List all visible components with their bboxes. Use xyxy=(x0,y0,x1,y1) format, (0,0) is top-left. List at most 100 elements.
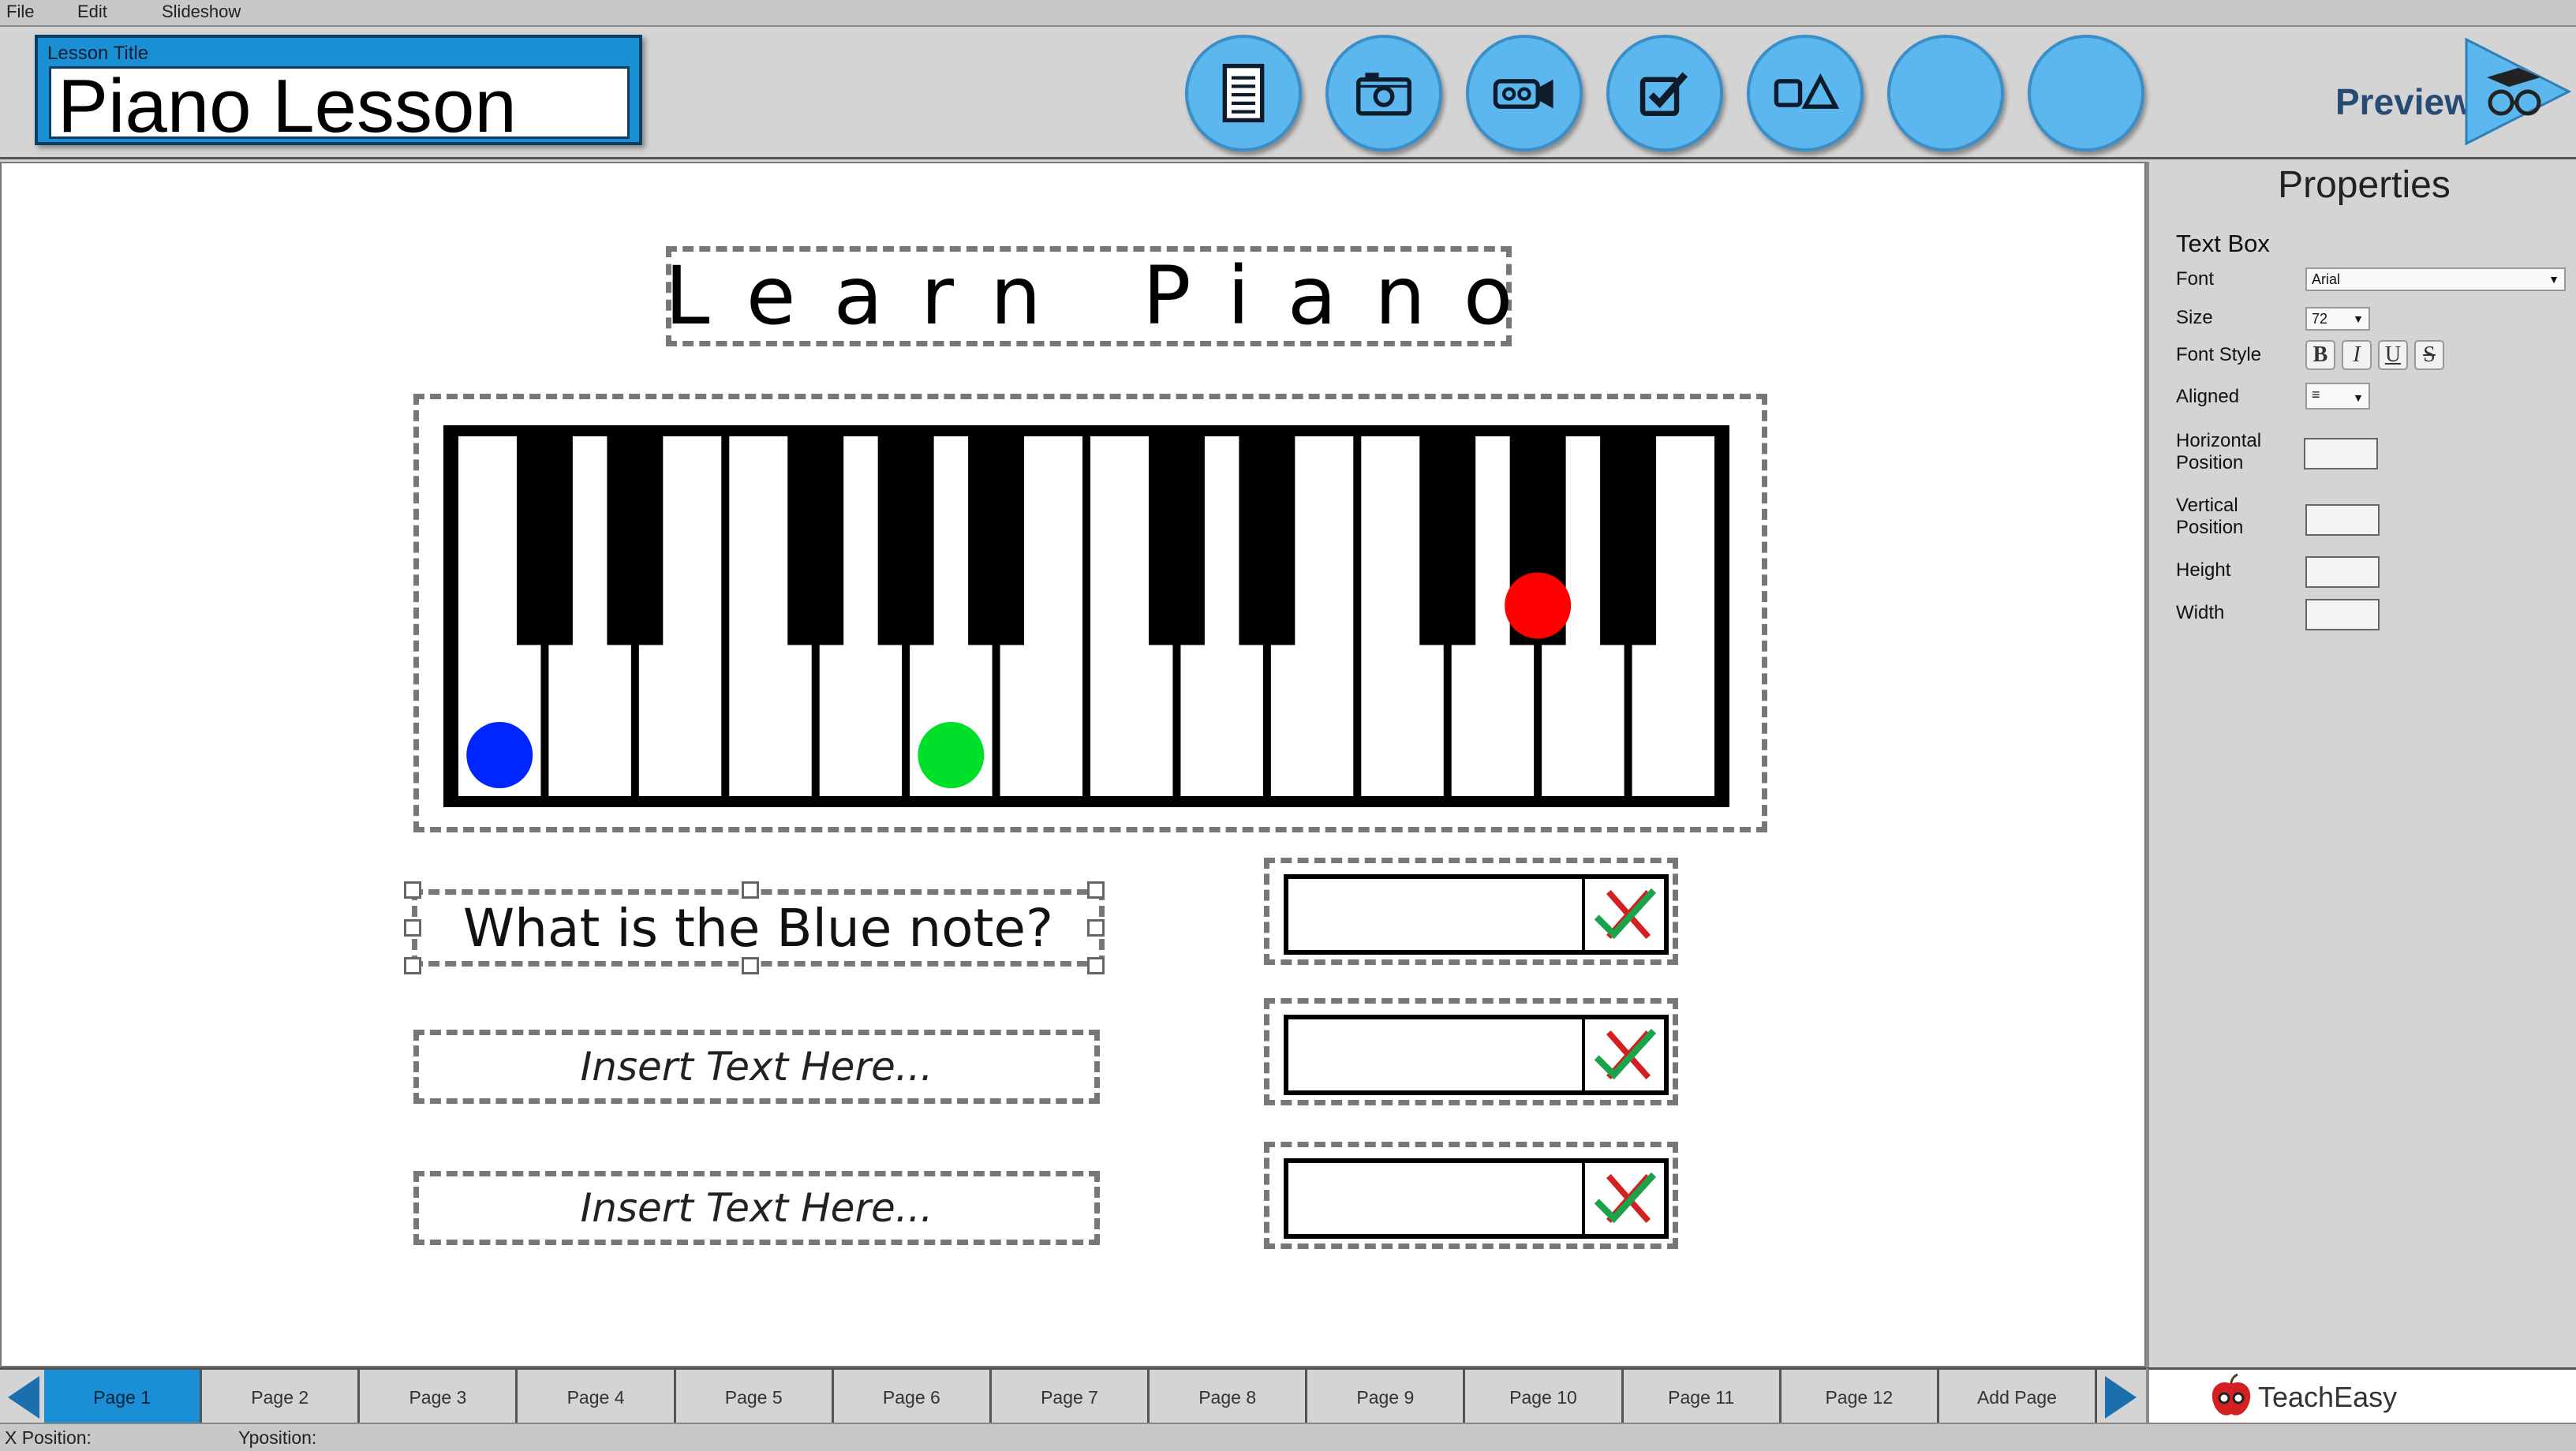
page-tab[interactable]: Page 1 xyxy=(44,1370,203,1425)
menu-edit[interactable]: Edit xyxy=(77,2,107,22)
note-marker[interactable] xyxy=(918,722,985,788)
chevron-down-icon: ▼ xyxy=(2353,391,2364,404)
resize-handle-top[interactable] xyxy=(742,881,759,899)
font-select[interactable]: Arial ▼ xyxy=(2305,267,2566,291)
vertical-position-label-line2: Position xyxy=(2176,517,2244,538)
menu-file[interactable]: File xyxy=(6,2,34,22)
page-tab[interactable]: Page 12 xyxy=(1782,1370,1939,1425)
black-key xyxy=(1600,436,1657,645)
image-tool-button[interactable] xyxy=(1325,35,1442,151)
lesson-title-panel: Lesson Title Piano Lesson xyxy=(35,35,642,145)
blank-tool-button-1[interactable] xyxy=(1887,35,2004,151)
black-key xyxy=(968,436,1025,645)
strikethrough-button[interactable]: S xyxy=(2414,340,2444,370)
next-page-arrow-icon[interactable] xyxy=(2100,1373,2141,1422)
resize-handle-left[interactable] xyxy=(404,919,421,937)
brand-name: TeachEasy xyxy=(2258,1381,2398,1413)
video-tool-button[interactable] xyxy=(1466,35,1583,151)
font-style-label: Font Style xyxy=(2176,344,2262,365)
size-select[interactable]: 72 ▼ xyxy=(2305,307,2370,331)
resize-handle-bottom[interactable] xyxy=(742,957,759,974)
height-input[interactable] xyxy=(2305,556,2380,588)
page-tab[interactable]: Page 3 xyxy=(360,1370,518,1425)
size-select-value: 72 xyxy=(2312,311,2328,327)
answer-input-2[interactable] xyxy=(1284,1015,1669,1095)
answer-check-box-2[interactable] xyxy=(1264,998,1678,1105)
answer-input-1[interactable] xyxy=(1284,874,1669,955)
bold-button[interactable]: B xyxy=(2305,340,2335,370)
menu-slideshow[interactable]: Slideshow xyxy=(162,2,241,22)
resize-handle-top-right[interactable] xyxy=(1087,881,1105,899)
answer-check-box-3[interactable] xyxy=(1264,1142,1678,1249)
menu-bar: File Edit Slideshow xyxy=(0,0,2576,27)
width-label: Width xyxy=(2176,602,2225,623)
black-key xyxy=(1239,436,1295,645)
slide-heading[interactable]: Learn Piano xyxy=(665,246,1513,346)
note-marker[interactable] xyxy=(1505,572,1572,639)
page-tab[interactable]: Page 9 xyxy=(1307,1370,1466,1425)
toolbar: Lesson Title Piano Lesson Preview xyxy=(0,28,2576,159)
black-key xyxy=(787,436,844,645)
add-page-tab[interactable]: Add Page xyxy=(1939,1370,2098,1425)
vertical-position-input[interactable] xyxy=(2305,504,2380,536)
slide-heading-text: Learn Piano xyxy=(664,249,1551,343)
quiz-tool-button[interactable] xyxy=(1606,35,1723,151)
horizontal-position-label: Horizontal Position xyxy=(2176,430,2261,474)
page-tab[interactable]: Page 11 xyxy=(1624,1370,1782,1425)
page-tabs: Page 1 Page 2 Page 3 Page 4 Page 5 Page 6 Page… xyxy=(44,1370,2098,1425)
answer-check-box-1[interactable] xyxy=(1264,858,1678,965)
checkbox-icon xyxy=(1639,72,1688,117)
check-cross-icon[interactable] xyxy=(1582,1019,1664,1090)
page-tab[interactable]: Page 10 xyxy=(1465,1370,1624,1425)
vertical-position-label-line1: Vertical xyxy=(2176,495,2238,516)
question-text[interactable]: What is the Blue note? xyxy=(412,889,1105,967)
aligned-label: Aligned xyxy=(2176,386,2240,407)
check-cross-icon[interactable] xyxy=(1582,879,1664,950)
brand-area: TeachEasy xyxy=(2146,1367,2576,1423)
italic-button[interactable]: I xyxy=(2342,340,2372,370)
previous-page-arrow-icon[interactable] xyxy=(3,1373,44,1422)
horizontal-position-label-line2: Position xyxy=(2176,452,2244,473)
check-cross-icon[interactable] xyxy=(1582,1163,1664,1234)
lesson-title-input[interactable]: Piano Lesson xyxy=(49,66,630,139)
black-key xyxy=(607,436,664,645)
page-tab[interactable]: Page 8 xyxy=(1150,1370,1308,1425)
document-icon xyxy=(1222,63,1265,123)
black-key xyxy=(516,436,573,645)
page-tab[interactable]: Page 6 xyxy=(834,1370,992,1425)
chevron-down-icon: ▼ xyxy=(2353,312,2364,325)
resize-handle-bottom-right[interactable] xyxy=(1087,957,1105,974)
resize-handle-bottom-left[interactable] xyxy=(404,957,421,974)
page-tab[interactable]: Page 5 xyxy=(676,1370,834,1425)
black-key xyxy=(1419,436,1476,645)
piano-keyboard-image xyxy=(443,425,1729,807)
preview-button[interactable]: Preview xyxy=(2335,36,2572,147)
resize-handle-top-left[interactable] xyxy=(404,881,421,899)
lesson-title-label: Lesson Title xyxy=(47,43,149,64)
status-bar: X Position: Yposition: xyxy=(0,1423,2576,1451)
text-tool-button[interactable] xyxy=(1185,35,1302,151)
shapes-tool-button[interactable] xyxy=(1747,35,1864,151)
page-tab[interactable]: Page 7 xyxy=(992,1370,1150,1425)
y-position-label: Yposition: xyxy=(238,1427,317,1448)
properties-title: Properties xyxy=(2278,164,2451,206)
resize-handle-right[interactable] xyxy=(1087,919,1105,937)
page-tab[interactable]: Page 4 xyxy=(518,1370,676,1425)
horizontal-position-input[interactable] xyxy=(2304,438,2378,469)
slide-canvas[interactable]: Learn Piano What is the Blue note? Inser… xyxy=(0,162,2146,1367)
align-select[interactable]: ≡ ▼ xyxy=(2305,383,2370,409)
blank-tool-button-2[interactable] xyxy=(2028,35,2144,151)
width-input[interactable] xyxy=(2305,599,2380,630)
answer-input-3[interactable] xyxy=(1284,1158,1669,1239)
answer-placeholder-1[interactable]: Insert Text Here... xyxy=(413,1030,1100,1104)
underline-button[interactable]: U xyxy=(2378,340,2408,370)
answer-placeholder-2[interactable]: Insert Text Here... xyxy=(413,1171,1100,1245)
chevron-down-icon: ▼ xyxy=(2548,273,2559,286)
apple-logo-icon xyxy=(2211,1373,2251,1415)
font-label: Font xyxy=(2176,268,2215,290)
align-left-icon: ≡ xyxy=(2312,387,2320,402)
note-marker[interactable] xyxy=(466,722,533,788)
page-tab[interactable]: Page 2 xyxy=(202,1370,361,1425)
x-position-label: X Position: xyxy=(5,1427,92,1448)
properties-section-title: Text Box xyxy=(2176,230,2270,257)
